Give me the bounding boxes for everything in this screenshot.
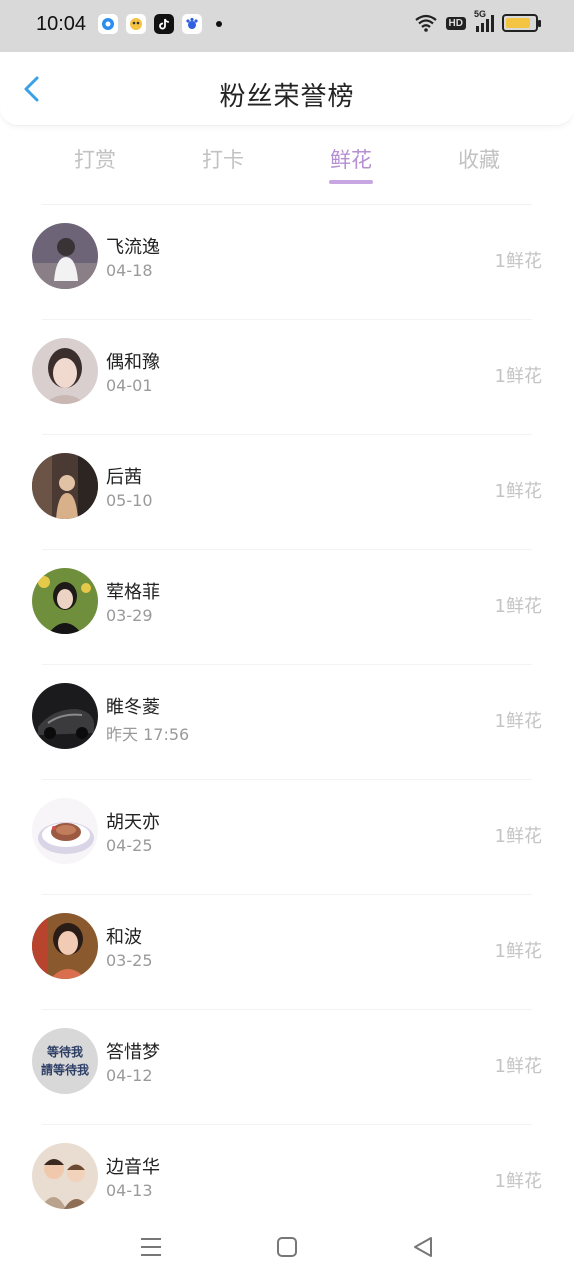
flower-count: 1鲜花 xyxy=(494,711,542,732)
avatar[interactable] xyxy=(32,453,98,519)
more-notifications-dot xyxy=(216,21,222,27)
tiktok-icon xyxy=(154,14,174,34)
battery-icon xyxy=(502,14,541,32)
app-notification-icon xyxy=(98,14,118,34)
fan-date: 04-13 xyxy=(106,1181,153,1200)
status-bar: 10:04 HD 5G xyxy=(0,0,574,52)
tab-flowers[interactable]: 鲜花 xyxy=(306,144,396,174)
list-item[interactable]: 后茜 05-10 1鲜花 xyxy=(0,435,574,550)
avatar[interactable] xyxy=(32,913,98,979)
tab-checkin[interactable]: 打卡 xyxy=(178,144,268,174)
avatar[interactable] xyxy=(32,338,98,404)
flower-count: 1鲜花 xyxy=(494,251,542,272)
fan-list: 飞流逸 04-18 1鲜花 偶和豫 04-01 1鲜花 后茜 05-10 1鲜花… xyxy=(0,205,574,1240)
flower-count: 1鲜花 xyxy=(494,596,542,617)
signal-icon: 5G xyxy=(474,9,494,32)
avatar-text-line: 等待我 xyxy=(46,1045,83,1059)
fan-date: 04-01 xyxy=(106,376,153,395)
fan-name: 和波 xyxy=(106,927,142,948)
avatar[interactable] xyxy=(32,798,98,864)
avatar-text-line: 請等待我 xyxy=(40,1063,89,1077)
battery-fill xyxy=(506,18,530,28)
fan-name: 偶和豫 xyxy=(106,352,160,373)
back-nav-button[interactable] xyxy=(408,1232,438,1262)
fan-name: 胡天亦 xyxy=(106,812,160,833)
fan-date: 04-25 xyxy=(106,836,153,855)
fan-name: 飞流逸 xyxy=(106,237,160,258)
notification-icons xyxy=(98,14,222,34)
avatar[interactable] xyxy=(32,568,98,634)
flower-count: 1鲜花 xyxy=(494,826,542,847)
flower-count: 1鲜花 xyxy=(494,941,542,962)
flower-count: 1鲜花 xyxy=(494,366,542,387)
avatar-text: 等待我 請等待我 xyxy=(32,1043,98,1079)
status-time: 10:04 xyxy=(36,13,87,35)
system-nav-bar xyxy=(0,1218,574,1280)
tab-bar: 打赏 打卡 鲜花 收藏 xyxy=(0,140,574,190)
fan-date: 04-18 xyxy=(106,261,153,280)
list-item[interactable]: 等待我 請等待我 答惜梦 04-12 1鲜花 xyxy=(0,1010,574,1125)
avatar[interactable] xyxy=(32,223,98,289)
header: 粉丝荣誉榜 xyxy=(0,52,574,126)
fan-date: 03-29 xyxy=(106,606,153,625)
page-title: 粉丝荣誉榜 xyxy=(219,82,355,112)
baidu-icon xyxy=(182,14,202,34)
list-item[interactable]: 飞流逸 04-18 1鲜花 xyxy=(0,205,574,320)
list-item[interactable]: 睢冬菱 昨天 17:56 1鲜花 xyxy=(0,665,574,780)
fan-name: 边音华 xyxy=(106,1157,160,1178)
menu-button[interactable] xyxy=(136,1232,166,1262)
fan-date: 03-25 xyxy=(106,951,153,970)
fan-date: 05-10 xyxy=(106,491,153,510)
fan-name: 睢冬菱 xyxy=(106,697,160,718)
list-item[interactable]: 偶和豫 04-01 1鲜花 xyxy=(0,320,574,435)
fan-date: 昨天 17:56 xyxy=(106,725,190,744)
status-indicators: HD 5G xyxy=(414,9,541,32)
list-item[interactable]: 胡天亦 04-25 1鲜花 xyxy=(0,780,574,895)
avatar[interactable]: 等待我 請等待我 xyxy=(32,1028,98,1094)
hd-badge: HD xyxy=(445,16,466,30)
list-item[interactable]: 荤格菲 03-29 1鲜花 xyxy=(0,550,574,665)
fan-name: 荤格菲 xyxy=(106,582,160,603)
tab-reward[interactable]: 打赏 xyxy=(50,144,140,174)
network-type: 5G xyxy=(474,8,487,19)
home-button[interactable] xyxy=(272,1232,302,1262)
flower-count: 1鲜花 xyxy=(494,1056,542,1077)
back-icon xyxy=(414,1237,432,1257)
fan-name: 答惜梦 xyxy=(106,1042,160,1063)
tab-favorites[interactable]: 收藏 xyxy=(434,144,524,174)
list-item[interactable]: 和波 03-25 1鲜花 xyxy=(0,895,574,1010)
active-tab-indicator xyxy=(329,180,373,184)
fan-name: 后茜 xyxy=(106,467,142,488)
app-notification-icon xyxy=(126,14,146,34)
flower-count: 1鲜花 xyxy=(494,481,542,502)
flower-count: 1鲜花 xyxy=(494,1171,542,1192)
avatar[interactable] xyxy=(32,683,98,749)
fan-date: 04-12 xyxy=(106,1066,153,1085)
menu-icon xyxy=(141,1238,161,1256)
home-icon xyxy=(277,1237,297,1257)
avatar[interactable] xyxy=(32,1143,98,1209)
wifi-icon xyxy=(414,14,437,32)
